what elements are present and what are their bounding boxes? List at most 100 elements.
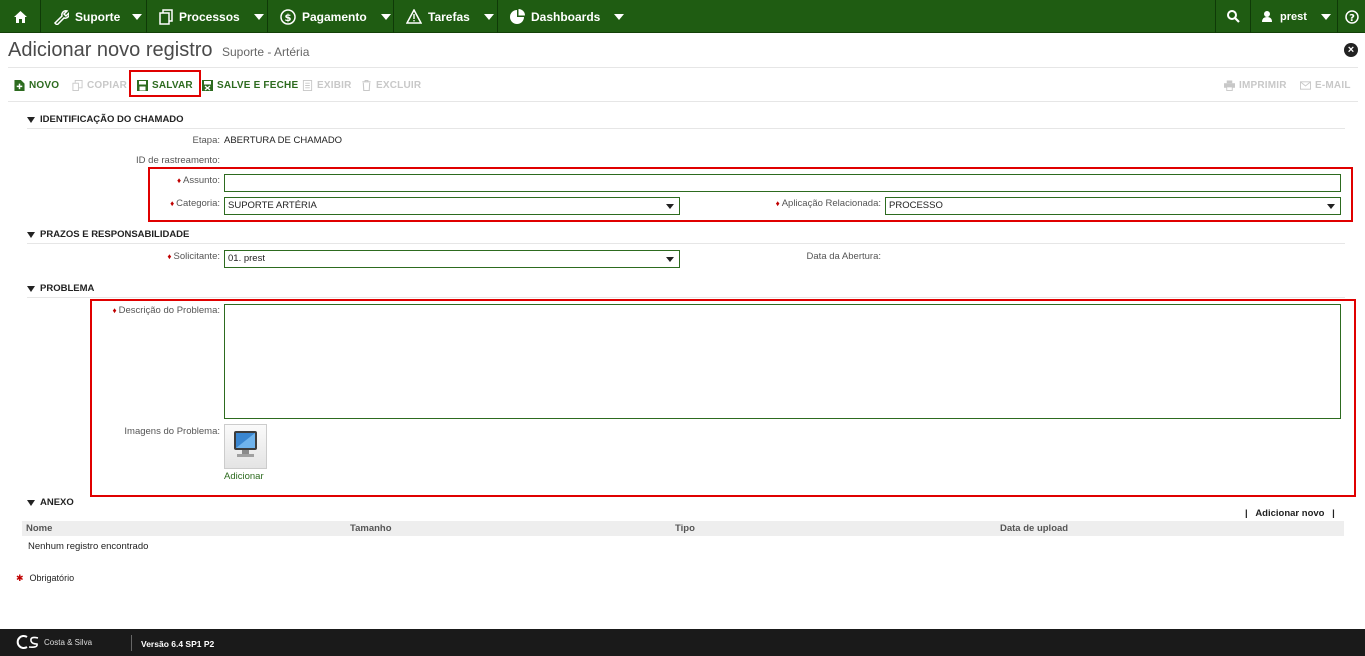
svg-text:$: $: [285, 13, 292, 24]
wrench-icon: [53, 9, 69, 25]
column-header[interactable]: Tamanho: [350, 523, 392, 534]
page-subtitle: Suporte - Artéria: [222, 45, 310, 59]
page-title: Adicionar novo registro: [8, 39, 213, 61]
section-problema[interactable]: PROBLEMA: [27, 283, 94, 294]
highlight-save: [129, 70, 201, 97]
divider: [27, 297, 1345, 298]
search-icon: [1226, 10, 1240, 23]
novo-button[interactable]: NOVO: [14, 78, 59, 92]
divider: [8, 101, 1358, 102]
user-menu[interactable]: prest: [1251, 0, 1338, 33]
close-button[interactable]: ×: [1344, 43, 1358, 57]
solicitante-label-text: Solicitante:: [173, 251, 220, 262]
column-header[interactable]: Nome: [26, 523, 52, 534]
chevron-down-icon: [253, 13, 264, 20]
logo-icon: [16, 635, 39, 649]
column-header[interactable]: Data de upload: [1000, 523, 1068, 534]
section-title: PRAZOS E RESPONSABILIDADE: [40, 229, 190, 240]
top-navbar: Suporte Processos $ Pagamento Tarefas Da…: [0, 0, 1365, 33]
nav-label: Pagamento: [302, 9, 367, 24]
dollar-icon: $: [280, 8, 296, 25]
collapse-icon: [27, 231, 35, 238]
section-identificacao[interactable]: IDENTIFICAÇÃO DO CHAMADO: [27, 114, 184, 125]
pipe-separator: |: [1245, 508, 1248, 519]
copy-icon: [159, 8, 173, 25]
printer-icon: [1224, 79, 1235, 91]
nav-label: Suporte: [75, 9, 121, 24]
etapa-label: Etapa:: [192, 135, 220, 146]
copiar-button[interactable]: COPIAR: [72, 78, 127, 92]
footer: Costa & Silva Versão 6.4 SP1 P2: [0, 629, 1365, 656]
collapse-icon: [27, 499, 35, 506]
warning-icon: [406, 9, 422, 24]
section-anexo[interactable]: ANEXO: [27, 497, 74, 508]
section-title: PROBLEMA: [40, 283, 95, 294]
pipe-separator: |: [1332, 508, 1335, 519]
nav-dashboards[interactable]: Dashboards: [498, 0, 626, 33]
imprimir-label: IMPRIMIR: [1239, 79, 1287, 91]
chevron-down-icon: [483, 13, 494, 20]
home-button[interactable]: [0, 0, 41, 33]
chevron-down-icon: [380, 13, 391, 20]
section-prazos[interactable]: PRAZOS E RESPONSABILIDADE: [27, 229, 189, 240]
required-legend-text: Obrigatório: [29, 573, 75, 583]
chevron-down-icon: [614, 13, 625, 20]
rastreamento-label: ID de rastreamento:: [136, 155, 220, 166]
nav-label: Dashboards: [531, 9, 601, 24]
highlight-problema: [90, 299, 1356, 497]
salve-e-feche-label: SALVE E FECHE: [217, 79, 299, 91]
search-button[interactable]: [1215, 0, 1251, 33]
nav-suporte[interactable]: Suporte: [41, 0, 147, 33]
excluir-button[interactable]: EXCLUIR: [361, 78, 421, 92]
username: prest: [1280, 10, 1307, 23]
section-title: IDENTIFICAÇÃO DO CHAMADO: [40, 114, 184, 125]
copy-icon: [72, 79, 83, 91]
empty-table-message: Nenhum registro encontrado: [28, 541, 149, 552]
required-legend: ✱ Obrigatório: [16, 573, 74, 584]
column-header[interactable]: Tipo: [675, 523, 695, 534]
novo-label: NOVO: [29, 79, 60, 91]
trash-icon: [362, 79, 371, 91]
excluir-label: EXCLUIR: [376, 79, 422, 91]
email-button[interactable]: E-MAIL: [1300, 78, 1351, 92]
close-icon: ×: [1347, 44, 1355, 56]
user-icon: [1262, 11, 1272, 22]
nav-processos[interactable]: Processos: [147, 0, 268, 33]
help-button[interactable]: ?: [1338, 0, 1365, 33]
imprimir-button[interactable]: IMPRIMIR: [1224, 78, 1287, 92]
anexo-actions: | Adicionar novo |: [1245, 508, 1335, 519]
home-icon: [13, 10, 27, 23]
chevron-down-icon: [132, 13, 143, 20]
highlight-identificacao: [148, 167, 1353, 222]
collapse-icon: [27, 116, 35, 123]
required-icon: ✱: [16, 573, 24, 583]
document-icon: [302, 79, 313, 91]
dropdown-arrow-icon: [666, 257, 674, 262]
exibir-button[interactable]: EXIBIR: [302, 78, 352, 92]
footer-divider: [131, 635, 132, 651]
etapa-value: ABERTURA DE CHAMADO: [224, 135, 343, 146]
chevron-down-icon: [1320, 13, 1331, 20]
help-icon: ?: [1344, 9, 1359, 24]
new-file-icon: [14, 79, 25, 91]
nav-pagamento[interactable]: $ Pagamento: [268, 0, 394, 33]
copiar-label: COPIAR: [87, 79, 128, 91]
salve-e-feche-button[interactable]: SALVE E FECHE: [202, 78, 298, 92]
footer-brand: Costa & Silva: [44, 637, 93, 647]
svg-text:?: ?: [1349, 13, 1355, 24]
nav-label: Tarefas: [428, 9, 470, 24]
nav-tarefas[interactable]: Tarefas: [394, 0, 498, 33]
solicitante-select[interactable]: 01. prest: [224, 250, 680, 268]
solicitante-label: ♦ Solicitante:: [100, 251, 220, 262]
section-title: ANEXO: [40, 497, 74, 508]
envelope-icon: [1300, 80, 1311, 90]
nav-label: Processos: [179, 9, 240, 24]
divider: [8, 67, 1358, 68]
required-icon: ♦: [167, 252, 172, 261]
footer-logo: Costa & Silva: [16, 634, 92, 650]
email-label: E-MAIL: [1315, 79, 1351, 91]
pie-chart-icon: [510, 8, 525, 24]
adicionar-novo-link[interactable]: Adicionar novo: [1255, 508, 1324, 519]
solicitante-value: 01. prest: [228, 253, 265, 264]
save-close-icon: [202, 79, 213, 91]
